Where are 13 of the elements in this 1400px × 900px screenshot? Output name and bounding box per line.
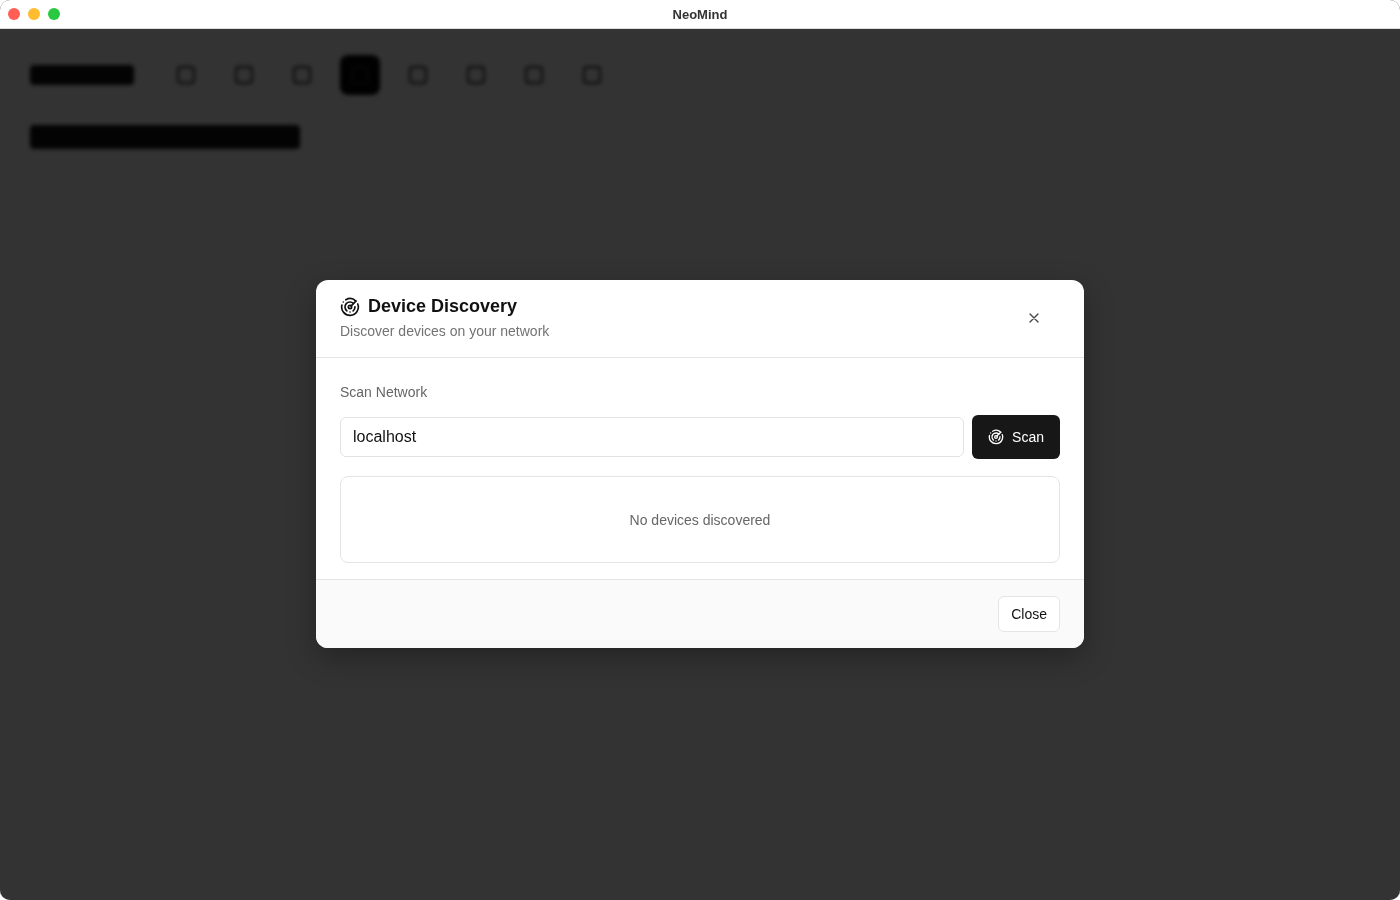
empty-message: No devices discovered <box>629 511 771 528</box>
host-input-field[interactable]: localhost <box>340 417 965 457</box>
minimize-window-button[interactable] <box>28 8 40 20</box>
radar-icon <box>988 429 1005 445</box>
dialog-subtitle: Discover devices on your network <box>340 323 550 339</box>
zoom-window-button[interactable] <box>48 8 60 20</box>
radar-icon <box>340 296 360 317</box>
dialog-title: Device Discovery <box>368 296 518 317</box>
close-window-button[interactable] <box>8 8 20 20</box>
close-button[interactable]: Close <box>998 596 1060 632</box>
section-label: Scan Network <box>340 384 429 400</box>
window-title: NeoMind <box>672 6 728 22</box>
scan-button[interactable]: Scan <box>972 415 1060 459</box>
